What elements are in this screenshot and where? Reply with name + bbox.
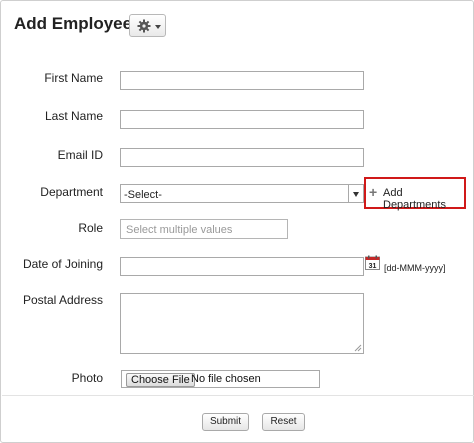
department-dropdown-toggle[interactable]	[348, 185, 363, 202]
calendar-icon[interactable]: 31	[365, 255, 380, 270]
gear-icon	[137, 19, 151, 33]
resize-handle-icon[interactable]	[354, 344, 362, 352]
chevron-down-icon	[353, 192, 359, 197]
email-label: Email ID	[57, 148, 103, 162]
reset-button[interactable]: Reset	[262, 413, 305, 431]
department-select[interactable]: -Select-	[120, 184, 364, 203]
first-name-field[interactable]	[120, 71, 364, 90]
date-of-joining-field[interactable]	[120, 257, 364, 276]
date-format-hint: [dd-MMM-yyyy]	[384, 263, 446, 273]
add-departments-label: Add Departments	[383, 187, 446, 211]
photo-label: Photo	[71, 371, 103, 385]
role-multi-select[interactable]: Select multiple values	[120, 219, 288, 239]
last-name-label: Last Name	[44, 109, 103, 123]
plus-icon: +	[369, 184, 378, 200]
submit-button[interactable]: Submit	[202, 413, 249, 431]
postal-address-field[interactable]	[120, 293, 364, 354]
divider	[2, 395, 474, 396]
add-employee-form: Add Employee First Name Last Name Email …	[0, 0, 474, 443]
page-title: Add Employee	[14, 14, 133, 33]
department-selected-value: -Select-	[124, 189, 162, 201]
role-label: Role	[78, 221, 103, 235]
first-name-label: First Name	[44, 71, 103, 85]
postal-address-label: Postal Address	[22, 293, 103, 307]
chevron-down-icon	[155, 25, 161, 29]
photo-file-input: Choose File No file chosen	[121, 370, 320, 388]
calendar-day-text: 31	[369, 263, 377, 270]
add-departments-link[interactable]: + Add Departments	[364, 177, 466, 211]
settings-menu-button[interactable]	[129, 14, 166, 37]
department-label: Department	[40, 185, 103, 199]
email-field[interactable]	[120, 148, 364, 167]
role-placeholder: Select multiple values	[126, 224, 233, 236]
last-name-field[interactable]	[120, 110, 364, 129]
choose-file-button[interactable]: Choose File	[126, 373, 195, 387]
file-status-text: No file chosen	[191, 373, 261, 385]
date-of-joining-label: Date of Joining	[22, 257, 103, 271]
